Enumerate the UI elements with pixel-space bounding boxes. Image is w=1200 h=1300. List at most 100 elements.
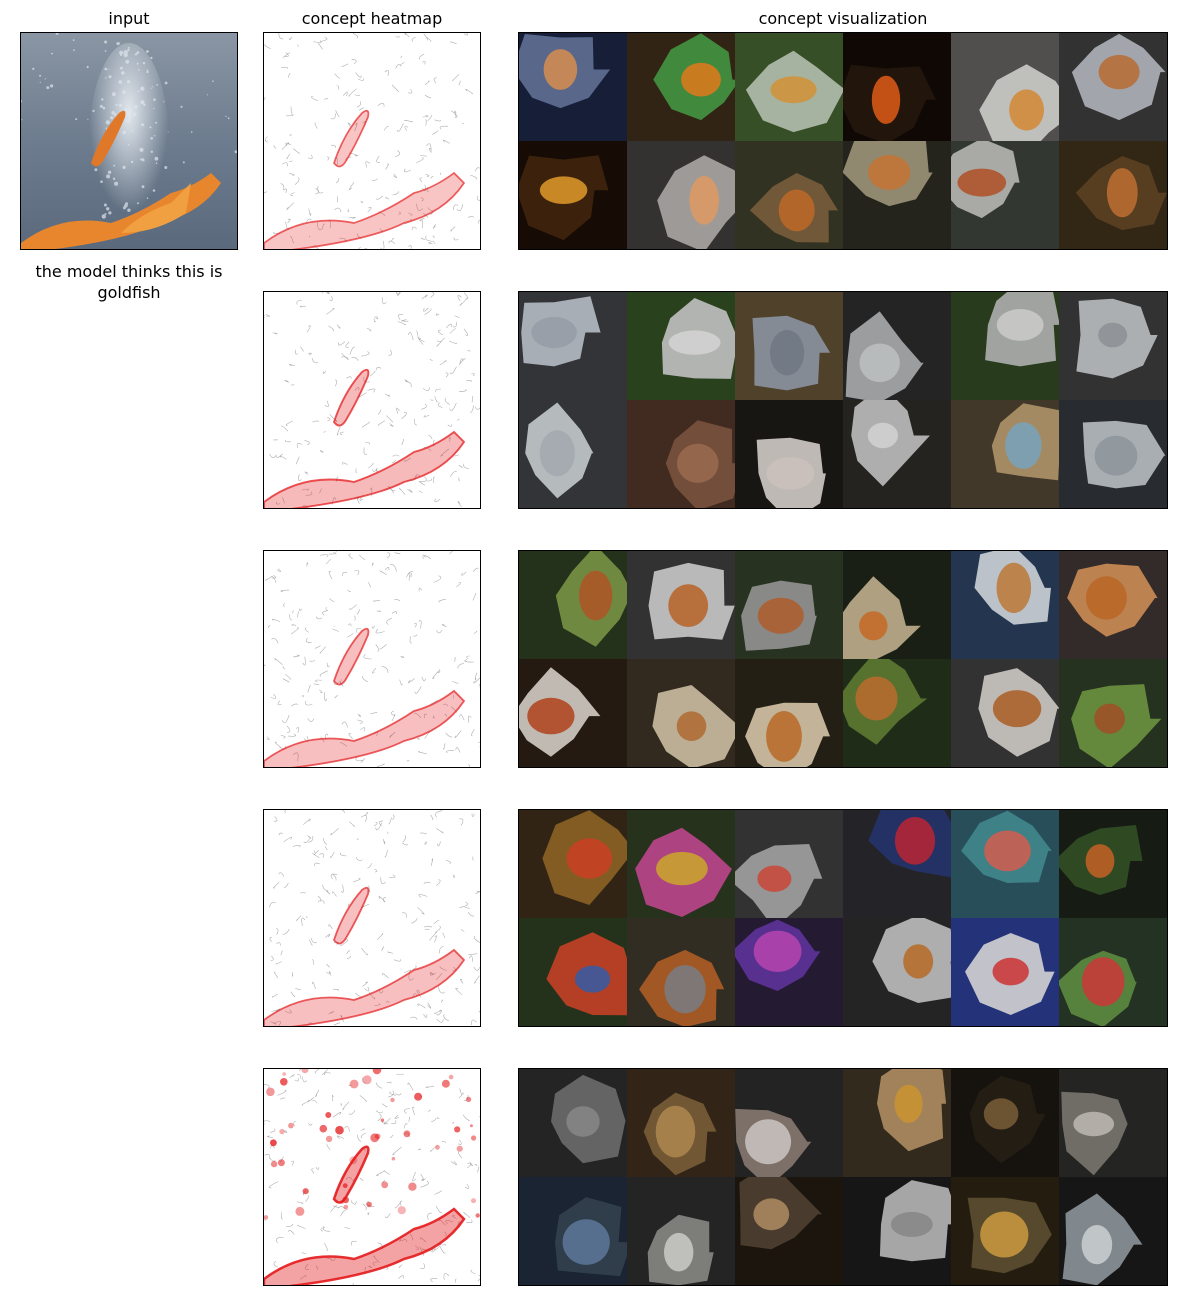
concept-example-image (951, 141, 1059, 249)
concept-example-tile (735, 141, 843, 249)
concept-example-image (519, 400, 627, 508)
concept-example-image (843, 810, 951, 918)
concept-example-tile (519, 810, 627, 918)
concept-example-tile (951, 141, 1059, 249)
concept-example-tile (735, 292, 843, 400)
concept-example-tile (843, 141, 951, 249)
concept-example-tile (519, 292, 627, 400)
input-column-title: input (108, 9, 150, 28)
concept-example-image (735, 400, 843, 508)
concept-example-image (627, 1069, 735, 1177)
concept-example-tile (519, 33, 627, 141)
concept-example-tile (519, 400, 627, 508)
concept-example-tile (1059, 918, 1167, 1026)
concept-example-image (1059, 659, 1167, 767)
concept-example-tile (1059, 1177, 1167, 1285)
concept-example-tile (1059, 400, 1167, 508)
heatmap-contours (264, 551, 480, 767)
concept-example-image (519, 659, 627, 767)
concept-example-image (519, 1069, 627, 1177)
concept-example-tile (627, 1069, 735, 1177)
concept-example-image (951, 1177, 1059, 1285)
concept-example-tile (627, 141, 735, 249)
concept-example-image (951, 292, 1059, 400)
concept-example-image (1059, 141, 1167, 249)
concept-example-tile (951, 551, 1059, 659)
concept-example-image (1059, 1177, 1167, 1285)
concept-example-tile (735, 918, 843, 1026)
concept-example-image (843, 1177, 951, 1285)
concept-example-tile (843, 1177, 951, 1285)
concept-example-tile (843, 400, 951, 508)
concept-example-tile (735, 33, 843, 141)
concept-example-tile (1059, 551, 1167, 659)
concept-example-image (627, 551, 735, 659)
heatmap-contours (264, 810, 480, 1026)
concept-heatmap (263, 32, 481, 250)
concept-example-tile (735, 1069, 843, 1177)
concept-example-image (843, 1069, 951, 1177)
concept-example-tile (519, 918, 627, 1026)
concept-example-tile (519, 141, 627, 249)
concept-example-image (951, 810, 1059, 918)
concept-example-image (735, 292, 843, 400)
concept-example-tile (627, 1177, 735, 1285)
concept-visualization-grid (518, 809, 1168, 1027)
concept-heatmap (263, 291, 481, 509)
concept-example-image (951, 1069, 1059, 1177)
concept-example-image (735, 659, 843, 767)
concept-example-tile (1059, 659, 1167, 767)
prediction-caption: the model thinks this is goldfish (35, 262, 223, 302)
concept-example-tile (519, 659, 627, 767)
concept-example-image (1059, 33, 1167, 141)
heatmap-column-title: concept heatmap (301, 9, 443, 28)
concept-example-image (843, 400, 951, 508)
concept-example-image (951, 659, 1059, 767)
concept-example-tile (1059, 810, 1167, 918)
concept-example-image (1059, 400, 1167, 508)
concept-example-image (735, 33, 843, 141)
concept-example-tile (735, 1177, 843, 1285)
concept-example-tile (843, 810, 951, 918)
concept-heatmap (263, 550, 481, 768)
concept-visualization-grid (518, 291, 1168, 509)
concept-example-tile (735, 551, 843, 659)
concept-example-image (735, 918, 843, 1026)
concept-example-image (735, 141, 843, 249)
concept-example-image (843, 141, 951, 249)
concept-heatmap (263, 809, 481, 1027)
concept-example-image (627, 400, 735, 508)
concept-example-tile (627, 659, 735, 767)
heatmap-contours (264, 1069, 480, 1285)
concept-example-image (519, 810, 627, 918)
concept-example-tile (843, 33, 951, 141)
concept-example-tile (1059, 1069, 1167, 1177)
concept-example-image (951, 400, 1059, 508)
concept-example-image (951, 33, 1059, 141)
concept-example-tile (627, 918, 735, 1026)
input-image (20, 32, 238, 250)
concept-example-tile (735, 810, 843, 918)
concept-example-image (519, 33, 627, 141)
concept-example-tile (843, 659, 951, 767)
concept-example-tile (627, 400, 735, 508)
heatmap-contours (264, 292, 480, 508)
concept-example-image (843, 551, 951, 659)
concept-example-image (627, 141, 735, 249)
concept-heatmap (263, 1068, 481, 1286)
concept-example-tile (735, 400, 843, 508)
concept-example-image (627, 33, 735, 141)
concept-example-image (843, 659, 951, 767)
concept-example-tile (1059, 292, 1167, 400)
concept-example-tile (627, 292, 735, 400)
concept-example-tile (1059, 33, 1167, 141)
concept-example-image (1059, 292, 1167, 400)
concept-example-tile (1059, 141, 1167, 249)
concept-example-tile (735, 659, 843, 767)
concept-example-image (843, 918, 951, 1026)
concept-example-tile (519, 1069, 627, 1177)
concept-example-tile (951, 1177, 1059, 1285)
concept-example-tile (951, 918, 1059, 1026)
concept-example-image (627, 918, 735, 1026)
concept-example-tile (843, 292, 951, 400)
